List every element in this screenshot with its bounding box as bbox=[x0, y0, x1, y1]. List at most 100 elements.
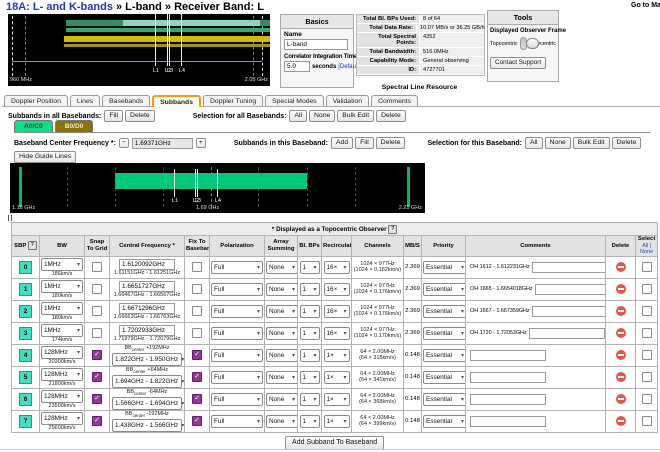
bl-bps-select[interactable]: 1▾ bbox=[300, 415, 320, 428]
priority-select[interactable]: Essential▾ bbox=[423, 415, 466, 428]
bl-bps-select[interactable]: 1▾ bbox=[300, 305, 320, 318]
comment-field[interactable] bbox=[532, 306, 606, 317]
bl-bps-select[interactable]: 1▾ bbox=[300, 393, 320, 406]
baseband-delete-button[interactable]: Delete bbox=[376, 137, 406, 149]
priority-select[interactable]: Essential▾ bbox=[423, 305, 466, 318]
baseband-tab-a0-c0[interactable]: A0/C0 bbox=[14, 120, 53, 132]
fix-to-baseband-checkbox[interactable]: ✓ bbox=[192, 350, 202, 360]
tab-validation[interactable]: Validation bbox=[326, 95, 369, 106]
tab-comments[interactable]: Comments bbox=[371, 95, 418, 106]
recirculation-select[interactable]: 16×▾ bbox=[324, 327, 350, 340]
central-frequency-field[interactable] bbox=[119, 325, 175, 336]
row-select-checkbox[interactable] bbox=[642, 328, 652, 338]
frequency-increment-button[interactable]: + bbox=[196, 138, 206, 148]
snap-to-grid-checkbox[interactable]: ✓ bbox=[92, 350, 102, 360]
row-select-checkbox[interactable] bbox=[642, 262, 652, 272]
snap-to-grid-checkbox[interactable] bbox=[92, 328, 102, 338]
tab-basebands[interactable]: Basebands bbox=[102, 95, 150, 106]
array-summing-select[interactable]: None▾ bbox=[266, 371, 298, 384]
baseband-center-frequency-field[interactable] bbox=[132, 138, 193, 149]
comment-field[interactable] bbox=[532, 262, 606, 273]
row-select-checkbox[interactable] bbox=[642, 394, 652, 404]
baseband-add-button[interactable]: Add bbox=[331, 137, 353, 149]
splitter-grip-icon[interactable] bbox=[8, 215, 16, 222]
bandwidth-select[interactable]: 128MHz▾ bbox=[41, 346, 83, 359]
tab-subbands[interactable]: Subbands bbox=[152, 95, 201, 107]
bl-bps-select[interactable]: 1▾ bbox=[300, 327, 320, 340]
snap-to-grid-checkbox[interactable]: ✓ bbox=[92, 372, 102, 382]
delete-subband-button[interactable] bbox=[616, 284, 626, 294]
polarization-select[interactable]: Full▾ bbox=[211, 393, 263, 406]
frequency-decrement-button[interactable]: − bbox=[119, 138, 129, 148]
recirculation-select[interactable]: 16×▾ bbox=[324, 261, 350, 274]
delete-subband-button[interactable] bbox=[616, 350, 626, 360]
row-select-checkbox[interactable] bbox=[642, 306, 652, 316]
delete-subband-button[interactable] bbox=[616, 372, 626, 382]
array-summing-select[interactable]: None▾ bbox=[266, 349, 298, 362]
bandwidth-select[interactable]: 128MHz▾ bbox=[41, 368, 83, 381]
comment-field[interactable] bbox=[470, 416, 546, 427]
priority-select[interactable]: Essential▾ bbox=[423, 283, 466, 296]
bandwidth-select[interactable]: 128MHz▾ bbox=[41, 390, 83, 403]
polarization-select[interactable]: Full▾ bbox=[211, 327, 263, 340]
bandwidth-select[interactable]: 128MHz▾ bbox=[41, 412, 83, 425]
fix-to-baseband-checkbox[interactable]: ✓ bbox=[192, 394, 202, 404]
comment-field[interactable] bbox=[535, 284, 606, 295]
row-select-checkbox[interactable] bbox=[642, 284, 652, 294]
polarization-select[interactable]: Full▾ bbox=[211, 349, 263, 362]
delete-subband-button[interactable] bbox=[616, 394, 626, 404]
snap-to-grid-checkbox[interactable] bbox=[92, 262, 102, 272]
snap-to-grid-checkbox[interactable] bbox=[92, 284, 102, 294]
observer-frame-toggle[interactable] bbox=[520, 37, 527, 50]
polarization-select[interactable]: Full▾ bbox=[211, 371, 263, 384]
snap-to-grid-checkbox[interactable]: ✓ bbox=[92, 394, 102, 404]
go-to-link[interactable]: Go to Ma bbox=[631, 2, 660, 9]
priority-select[interactable]: Essential▾ bbox=[423, 393, 466, 406]
baseband-fill-button[interactable]: Fill bbox=[355, 137, 374, 149]
central-frequency-select[interactable]: 1.822GHz - 1.950GHz▾ bbox=[112, 353, 182, 366]
bl-bps-select[interactable]: 1▾ bbox=[300, 349, 320, 362]
fix-to-baseband-checkbox[interactable] bbox=[192, 262, 202, 272]
row-select-checkbox[interactable] bbox=[642, 372, 652, 382]
central-frequency-select[interactable]: 1.566GHz - 1.694GHz▾ bbox=[112, 397, 182, 410]
bandwidth-select[interactable]: 1MHz▾ bbox=[41, 302, 83, 315]
hide-guide-lines-button[interactable]: Hide Guide Lines bbox=[14, 151, 76, 163]
central-frequency-field[interactable] bbox=[119, 303, 175, 314]
priority-select[interactable]: Essential▾ bbox=[423, 349, 466, 362]
polarization-select[interactable]: Full▾ bbox=[211, 415, 263, 428]
priority-select[interactable]: Essential▾ bbox=[423, 371, 466, 384]
bandwidth-select[interactable]: 1MHz▾ bbox=[41, 258, 83, 271]
row-select-checkbox[interactable] bbox=[642, 416, 652, 426]
contact-support-button[interactable]: Contact Support bbox=[490, 57, 546, 69]
priority-select[interactable]: Essential▾ bbox=[423, 327, 466, 340]
tab-doppler-position[interactable]: Doppler Position bbox=[4, 95, 68, 106]
bl-bps-select[interactable]: 1▾ bbox=[300, 283, 320, 296]
central-frequency-select[interactable]: 1.438GHz - 1.566GHz▾ bbox=[112, 419, 182, 432]
baseband-selection-delete-button[interactable]: Delete bbox=[612, 137, 642, 149]
snap-to-grid-checkbox[interactable] bbox=[92, 306, 102, 316]
bl-bps-select[interactable]: 1▾ bbox=[300, 261, 320, 274]
polarization-select[interactable]: Full▾ bbox=[211, 261, 263, 274]
select-all-none-links[interactable]: All | None bbox=[640, 243, 653, 256]
tab-lines[interactable]: Lines bbox=[70, 95, 100, 106]
snap-to-grid-checkbox[interactable]: ✓ bbox=[92, 416, 102, 426]
tab-doppler-tuning[interactable]: Doppler Tuning bbox=[203, 95, 263, 106]
array-summing-select[interactable]: None▾ bbox=[266, 305, 298, 318]
recirculation-select[interactable]: 1×▾ bbox=[324, 371, 350, 384]
central-frequency-select[interactable]: 1.694GHz - 1.822GHz▾ bbox=[112, 375, 182, 388]
bandwidth-select[interactable]: 1MHz▾ bbox=[41, 280, 83, 293]
delete-subband-button[interactable] bbox=[616, 328, 626, 338]
fix-to-baseband-checkbox[interactable] bbox=[192, 328, 202, 338]
polarization-select[interactable]: Full▾ bbox=[211, 305, 263, 318]
comment-field[interactable] bbox=[470, 394, 546, 405]
recirculation-select[interactable]: 1×▾ bbox=[324, 349, 350, 362]
delete-subband-button[interactable] bbox=[616, 416, 626, 426]
help-icon[interactable]: ? bbox=[388, 225, 397, 234]
array-summing-select[interactable]: None▾ bbox=[266, 283, 298, 296]
central-frequency-field[interactable] bbox=[119, 281, 175, 292]
fix-to-baseband-checkbox[interactable] bbox=[192, 306, 202, 316]
recirculation-select[interactable]: 1×▾ bbox=[324, 415, 350, 428]
correlator-integration-time-field[interactable] bbox=[284, 61, 310, 72]
polarization-select[interactable]: Full▾ bbox=[211, 283, 263, 296]
array-summing-select[interactable]: None▾ bbox=[266, 261, 298, 274]
